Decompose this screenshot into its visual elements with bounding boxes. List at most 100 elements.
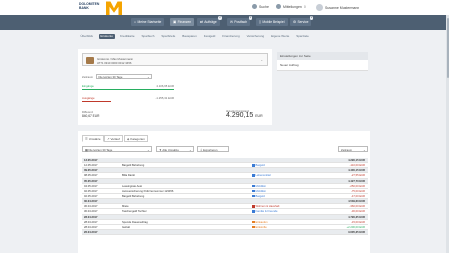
nav-finanzen[interactable]: ▣ Finanzen	[170, 18, 195, 26]
row-category[interactable]: Mobilität	[252, 184, 266, 188]
row-amount: -250,00 EUR	[349, 184, 365, 188]
subtab-finanzierung[interactable]: Finanzierung	[221, 34, 241, 39]
row-date: 30.04.2017	[84, 200, 98, 204]
row-amount: 4.290,15 EUR	[348, 159, 365, 162]
chevron-down-icon: ⌄	[147, 75, 150, 79]
row-description: Bargeld Behebung	[122, 164, 145, 168]
main-nav: ⌂ Meine Startseite ▣ Finanzen ⇄ Aufträge…	[0, 15, 449, 30]
sort-select[interactable]: Zeitraum ⌄	[338, 146, 368, 152]
row-amount: -110,00 EUR	[349, 164, 365, 168]
bell-icon	[276, 4, 281, 9]
nav-label: Postfach	[234, 20, 248, 24]
type-filter-value: Alle Umsätze	[162, 148, 179, 152]
row-amount: -30,00 EUR	[350, 210, 365, 214]
incoming-label: Eingänge	[82, 84, 94, 88]
account-iban: AT71 0910 0000 0012 3456	[97, 60, 132, 65]
category-label: Bargeld	[255, 195, 265, 199]
row-amount: 4.790,35 EUR	[348, 215, 365, 219]
row-description: Bargeld Behebung	[122, 194, 145, 198]
mail-icon: ✉	[230, 20, 233, 24]
nav-postfach[interactable]: ✉ Postfach 1	[227, 16, 253, 26]
nav-auftraege[interactable]: ⇄ Aufträge 2	[197, 16, 222, 26]
list-icon: ☰	[85, 136, 88, 141]
outgoing-value: -1.255,31 EUR	[155, 96, 174, 100]
nav-label: Finanzen	[177, 20, 192, 24]
home-icon: ⌂	[134, 20, 136, 24]
category-label: Lebensmittel	[255, 174, 271, 178]
tab-umsaetze[interactable]: ☰ Umsätze	[82, 135, 104, 142]
subtab-versicherung[interactable]: Versicherung	[245, 34, 266, 39]
row-category[interactable]: Bargeld	[252, 194, 265, 199]
category-label: Einkaufen	[255, 220, 268, 224]
row-category[interactable]: Einkaufen	[252, 220, 268, 224]
tab-kategorien[interactable]: ◈ Kategorien	[124, 135, 148, 142]
period-value: Die letzten 30 Tage	[98, 75, 123, 79]
outgoing-label: Ausgänge	[82, 96, 95, 100]
transactions-table: 13.05.2017 4.290,15 EUR 12.05.2017 Bargeld …	[82, 158, 368, 236]
row-amount: -47,00 EUR	[350, 194, 365, 198]
category-label: Mobilität	[255, 184, 266, 188]
row-category[interactable]: Lebensmittel	[252, 174, 271, 178]
row-date: 28.04.2017	[84, 225, 98, 229]
row-description: Autoversicherung Polizzennummer 123456	[122, 189, 174, 193]
row-category[interactable]: Bargeld	[252, 164, 265, 167]
period-filter[interactable]: ▦ Die letzten 30 Tage ⌄	[82, 146, 152, 152]
incoming-value: 4.106,65 EUR	[156, 84, 174, 88]
category-icon	[252, 205, 255, 208]
scrollbar-thumb[interactable]	[446, 18, 449, 78]
category-icon	[252, 184, 255, 188]
nav-service[interactable]: ⚙ Service 2	[290, 16, 314, 26]
wallet-icon: ▣	[173, 20, 177, 24]
category-icon	[252, 210, 255, 213]
tab-label: Kategorien	[130, 136, 145, 141]
chevron-down-icon: ⌄	[189, 147, 192, 152]
tag-icon: ◈	[127, 136, 130, 141]
new-order-link[interactable]: Neuer Auftrag	[277, 60, 368, 71]
row-category[interactable]: Einkünfte	[252, 225, 267, 229]
period-filter-value: Die letzten 30 Tage	[88, 148, 113, 152]
account-selector[interactable]: Girokonto / Max Mustermann AT71 0910 000…	[82, 53, 268, 66]
user-menu[interactable]: Susanne Mustermann	[316, 4, 359, 11]
row-amount: 4.427,70 EUR	[348, 179, 365, 183]
category-label: Mobilität	[255, 190, 266, 194]
row-date: 13.05.2017	[84, 159, 98, 162]
tab-verlauf[interactable]: ↗ Verlauf	[104, 135, 123, 142]
type-filter[interactable]: ▼ Alle Umsätze ⌄	[156, 146, 194, 152]
transfer-icon: ⇄	[200, 20, 203, 24]
row-date: 28.04.2017	[84, 220, 98, 224]
row-date: 08.05.2017	[84, 174, 98, 178]
bank-logo[interactable]: DOLOMITEN BANK	[79, 1, 125, 15]
user-name: Susanne Mustermann	[325, 5, 360, 10]
row-category[interactable]: Mobilität	[252, 189, 266, 194]
row-category[interactable]: Familie & Freunde	[252, 210, 278, 214]
export-label: Exportieren	[203, 148, 218, 152]
subtab-sparziele[interactable]: Sparziele	[295, 34, 311, 39]
subtab-ueberblick[interactable]: Überblick	[79, 34, 95, 39]
subtab-sparbriefe[interactable]: Sparbriefe	[160, 34, 177, 39]
row-category[interactable]: Wohnen & Haushalt	[252, 205, 279, 208]
subtab-festgeld[interactable]: Festgeld	[202, 34, 217, 39]
tab-label: Umsätze	[88, 136, 101, 141]
subtab-kreditkarte[interactable]: Kreditkarte	[119, 34, 137, 39]
row-amount: -75,00 EUR	[350, 189, 365, 193]
row-date: 28.04.2017	[84, 215, 98, 219]
nav-badge: 2	[309, 16, 314, 20]
settings-panel-title: Einstellungen zur Seite	[277, 52, 368, 60]
nav-mobile[interactable]: ▯ Mobile Beispiel	[256, 18, 288, 26]
export-button[interactable]: ⇩ Exportieren	[197, 146, 229, 152]
subtab-girokonto[interactable]: Girokonto	[98, 33, 115, 39]
row-date: 30.04.2017	[84, 205, 98, 209]
row-date: 09.05.2017	[84, 169, 98, 173]
category-label: Familie & Freunde	[255, 210, 278, 214]
subtab-bausparen[interactable]: Bausparen	[181, 34, 199, 39]
nav-start[interactable]: ⌂ Meine Startseite	[131, 18, 165, 26]
period-select[interactable]: Die letzten 30 Tage ⌄	[96, 73, 152, 79]
search-button[interactable]: Suche	[252, 4, 269, 9]
subtab-eigene-werte[interactable]: Eigene Werte	[270, 34, 291, 39]
messages-button[interactable]: Mitteilungen 0	[276, 4, 306, 9]
row-amount: -360,00 EUR	[349, 205, 365, 209]
nav-badge: 2	[218, 16, 222, 20]
row-description: Billa Dankt	[122, 174, 135, 178]
row-amount: 4.539,60 EUR	[348, 200, 365, 204]
subtab-sparbuch[interactable]: Sparbuch	[140, 34, 156, 39]
